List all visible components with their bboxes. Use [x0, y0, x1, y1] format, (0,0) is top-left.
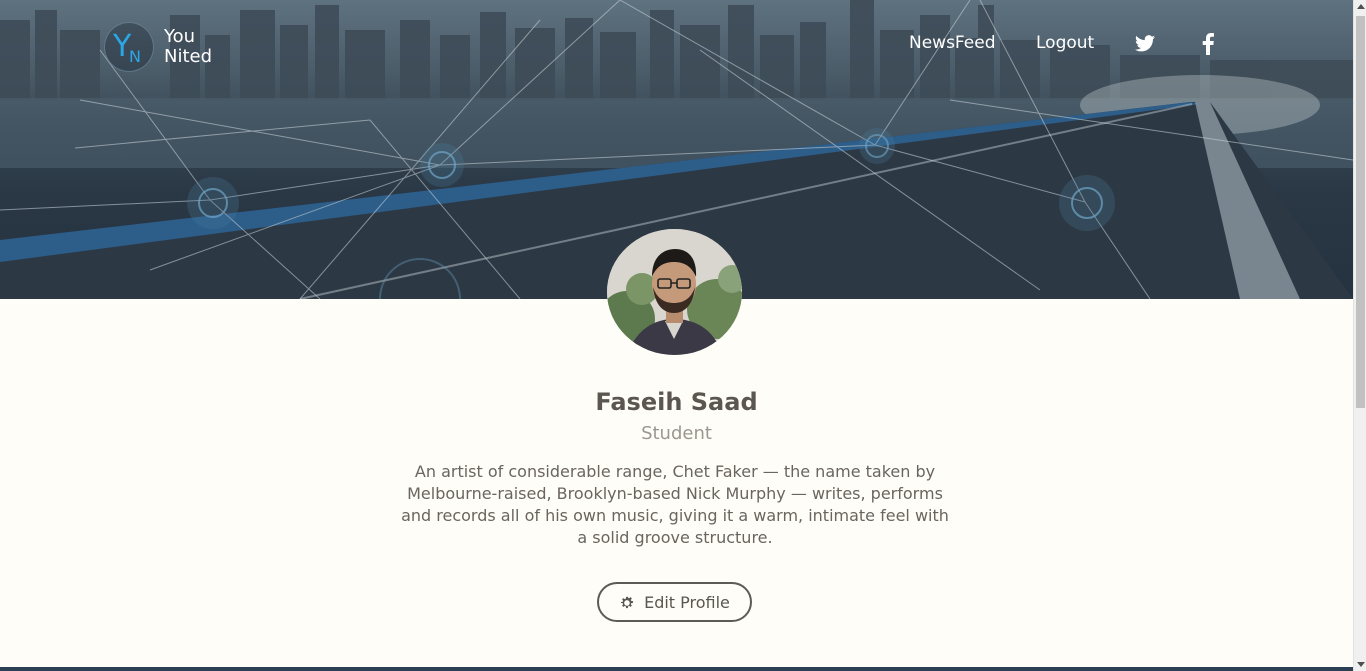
scroll-down-arrow-icon[interactable] [1357, 662, 1365, 667]
scroll-up-arrow-icon[interactable] [1357, 4, 1365, 9]
twitter-icon[interactable] [1135, 35, 1155, 57]
facebook-icon[interactable] [1202, 33, 1214, 60]
nav-logout-link[interactable]: Logout [1036, 33, 1094, 53]
profile-bio: An artist of considerable range, Chet Fa… [401, 462, 949, 547]
edit-profile-button[interactable]: Edit Profile [597, 582, 752, 622]
scrollbar-thumb[interactable] [1356, 16, 1365, 408]
gear-icon [619, 595, 634, 610]
edit-profile-label: Edit Profile [644, 592, 730, 612]
top-nav: NewsFeed Logout [0, 33, 1353, 57]
nav-newsfeed-link[interactable]: NewsFeed [909, 33, 996, 53]
page-scrollbar[interactable] [1353, 0, 1366, 671]
profile-avatar [607, 229, 742, 355]
footer-edge [0, 667, 1353, 671]
profile-role: Student [641, 423, 712, 444]
profile-name: Faseih Saad [595, 388, 758, 416]
